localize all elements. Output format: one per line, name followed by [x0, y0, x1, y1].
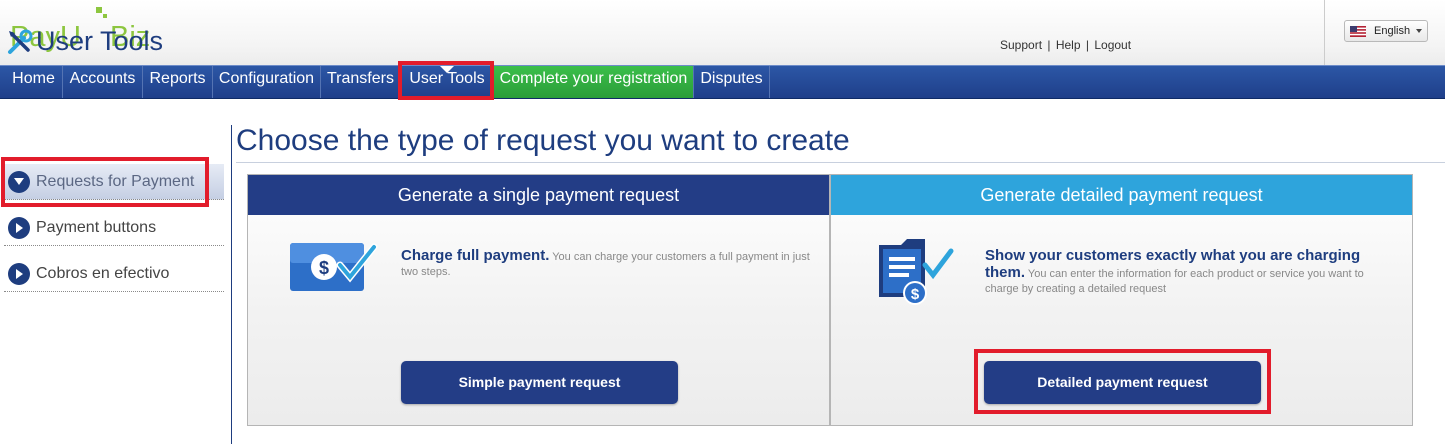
language-select[interactable]: English [1344, 20, 1428, 42]
simple-payment-request-button[interactable]: Simple payment request [401, 361, 678, 404]
sidebar-title: User Tools [6, 26, 163, 57]
sidebar-item-label: Payment buttons [36, 218, 157, 236]
detailed-payment-panel: Generate detailed payment request $ Show… [830, 174, 1413, 426]
panel-headline: Charge full payment. [401, 247, 550, 264]
nav-user-tools[interactable]: User Tools [401, 66, 494, 98]
nav-accounts[interactable]: Accounts [63, 66, 143, 98]
nav-home[interactable]: Home [5, 66, 63, 98]
nav-disputes[interactable]: Disputes [694, 66, 770, 98]
us-flag-icon [1350, 25, 1366, 37]
page-title: Choose the type of request you want to c… [236, 124, 850, 157]
sidebar-title-text: User Tools [36, 26, 164, 56]
support-link[interactable]: Support [1000, 38, 1042, 52]
dollar-check-card-icon: $ [290, 243, 378, 291]
single-payment-panel: Generate a single payment request $ Char… [247, 174, 830, 426]
panel-description: Show your customers exactly what you are… [985, 248, 1399, 297]
panel-body: You can enter the information for each p… [985, 268, 1364, 295]
chevron-down-icon [8, 170, 30, 193]
nav-complete-registration[interactable]: Complete your registration [494, 66, 694, 98]
panel-description: Charge full payment. You can charge your… [401, 248, 821, 280]
chevron-right-icon [8, 216, 30, 239]
link-separator: | [1047, 38, 1051, 52]
tools-icon [8, 29, 33, 54]
detailed-payment-request-button[interactable]: Detailed payment request [984, 361, 1261, 404]
logout-link[interactable]: Logout [1094, 38, 1131, 52]
sidebar-item-cobros-en-efectivo[interactable]: Cobros en efectivo [4, 256, 224, 292]
sidebar-item-requests-for-payment[interactable]: Requests for Payment [4, 164, 224, 200]
language-selected: English [1374, 25, 1411, 37]
sidebar-item-label: Requests for Payment [36, 172, 195, 190]
link-separator: | [1085, 38, 1089, 52]
top-links: Support | Help | Logout [1000, 38, 1131, 52]
chevron-down-icon [1416, 29, 1422, 33]
panel-header: Generate a single payment request [248, 175, 829, 215]
header-divider [1324, 0, 1325, 65]
sidebar-divider [231, 125, 232, 444]
panel-header: Generate detailed payment request [831, 175, 1412, 215]
header: PayU Biz Support | Help | Logout English [0, 0, 1445, 65]
nav-transfers[interactable]: Transfers [321, 66, 401, 98]
help-link[interactable]: Help [1056, 38, 1081, 52]
sidebar-item-payment-buttons[interactable]: Payment buttons [4, 210, 224, 246]
sidebar-item-label: Cobros en efectivo [36, 264, 170, 282]
main-nav: Home Accounts Reports Configuration Tran… [0, 65, 1445, 99]
chevron-right-icon [8, 262, 30, 285]
svg-text:$: $ [319, 258, 329, 278]
invoice-dollar-check-icon: $ [879, 239, 954, 305]
nav-configuration[interactable]: Configuration [213, 66, 321, 98]
title-divider [236, 162, 1445, 163]
nav-reports[interactable]: Reports [143, 66, 213, 98]
svg-text:$: $ [911, 286, 920, 303]
